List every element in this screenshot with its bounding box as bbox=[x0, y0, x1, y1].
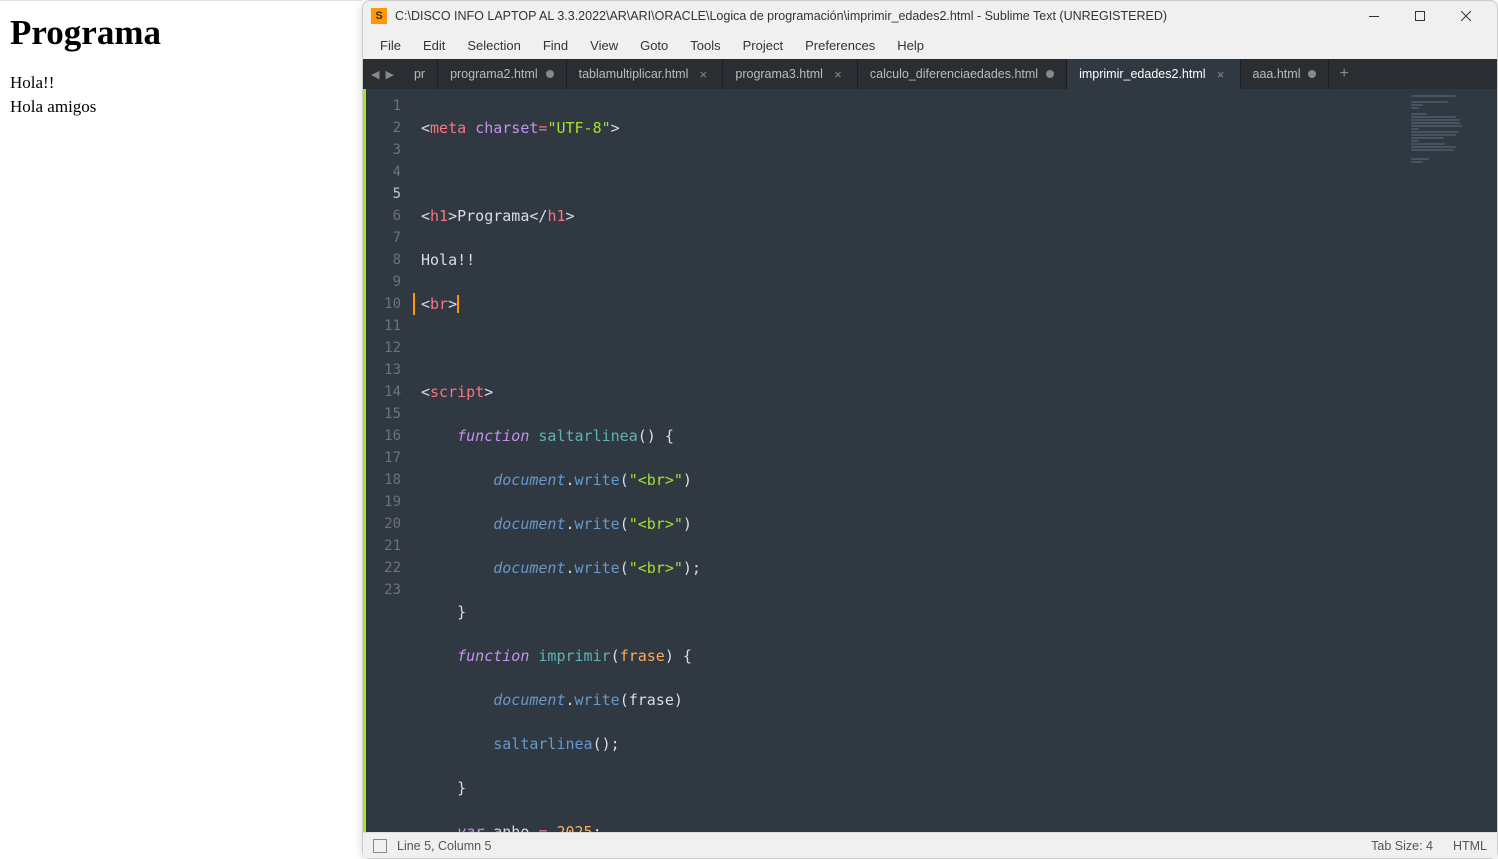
menubar: File Edit Selection Find View Goto Tools… bbox=[363, 31, 1497, 59]
status-panel-icon[interactable] bbox=[373, 839, 387, 853]
line-number: 17 bbox=[366, 447, 415, 469]
line-number: 20 bbox=[366, 513, 415, 535]
line-number: 21 bbox=[366, 535, 415, 557]
tab-dirty-icon bbox=[546, 70, 554, 78]
code-line: <meta charset="UTF-8"> bbox=[415, 117, 1407, 139]
page-content: Hola!! Hola amigos bbox=[10, 71, 352, 119]
line-number: 22 bbox=[366, 557, 415, 579]
tab-dirty-icon bbox=[1046, 70, 1054, 78]
line-number: 7 bbox=[366, 227, 415, 249]
menu-preferences[interactable]: Preferences bbox=[794, 34, 886, 57]
line-number-current: 5 bbox=[366, 183, 415, 205]
tab-programa3[interactable]: programa3.html× bbox=[723, 59, 858, 89]
menu-find[interactable]: Find bbox=[532, 34, 579, 57]
close-button[interactable] bbox=[1443, 2, 1489, 30]
tab-nav-right-icon[interactable]: ▶ bbox=[383, 66, 395, 83]
titlebar[interactable]: S C:\DISCO INFO LAPTOP AL 3.3.2022\AR\AR… bbox=[363, 1, 1497, 31]
minimize-icon bbox=[1369, 16, 1379, 17]
code-line: document.write("<br>") bbox=[415, 469, 1407, 491]
code-line bbox=[415, 337, 1407, 359]
tab-programa2[interactable]: programa2.html bbox=[438, 59, 567, 89]
tabbar: ◀ ▶ pr programa2.html tablamultiplicar.h… bbox=[363, 59, 1497, 89]
menu-tools[interactable]: Tools bbox=[679, 34, 731, 57]
code-line: saltarlinea(); bbox=[415, 733, 1407, 755]
tab-nav: ◀ ▶ bbox=[363, 59, 402, 89]
code-editor[interactable]: <meta charset="UTF-8"> <h1>Programa</h1>… bbox=[415, 89, 1407, 832]
code-line: function imprimir(frase) { bbox=[415, 645, 1407, 667]
line-number: 18 bbox=[366, 469, 415, 491]
tab-close-icon[interactable]: × bbox=[696, 67, 710, 82]
code-line: function saltarlinea() { bbox=[415, 425, 1407, 447]
code-line: document.write("<br>"); bbox=[415, 557, 1407, 579]
menu-file[interactable]: File bbox=[369, 34, 412, 57]
tab-dirty-icon bbox=[1308, 70, 1316, 78]
tab-close-icon[interactable]: × bbox=[831, 67, 845, 82]
tab-calculo[interactable]: calculo_diferenciaedades.html bbox=[858, 59, 1067, 89]
tab-imprimir-edades2[interactable]: imprimir_edades2.html× bbox=[1067, 59, 1240, 89]
code-line: document.write(frase) bbox=[415, 689, 1407, 711]
tab-nav-left-icon[interactable]: ◀ bbox=[369, 66, 381, 83]
statusbar: Line 5, Column 5 Tab Size: 4 HTML bbox=[363, 832, 1497, 858]
tab-close-icon[interactable]: × bbox=[1214, 67, 1228, 82]
line-number: 6 bbox=[366, 205, 415, 227]
minimap[interactable] bbox=[1407, 89, 1497, 832]
app-icon: S bbox=[371, 8, 387, 24]
code-line: <h1>Programa</h1> bbox=[415, 205, 1407, 227]
browser-preview-pane: Programa Hola!! Hola amigos bbox=[0, 0, 362, 859]
status-tab-size[interactable]: Tab Size: 4 bbox=[1351, 839, 1453, 853]
window-controls bbox=[1351, 2, 1489, 30]
status-syntax[interactable]: HTML bbox=[1453, 839, 1487, 853]
line-number: 16 bbox=[366, 425, 415, 447]
line-number: 9 bbox=[366, 271, 415, 293]
menu-selection[interactable]: Selection bbox=[456, 34, 531, 57]
gutter[interactable]: 1 2 3 4 5 6 7 8 9 10 11 12 13 14 15 16 1… bbox=[363, 89, 415, 832]
code-line: document.write("<br>") bbox=[415, 513, 1407, 535]
menu-view[interactable]: View bbox=[579, 34, 629, 57]
editor-area: 1 2 3 4 5 6 7 8 9 10 11 12 13 14 15 16 1… bbox=[363, 89, 1497, 832]
code-line bbox=[415, 161, 1407, 183]
menu-goto[interactable]: Goto bbox=[629, 34, 679, 57]
status-position[interactable]: Line 5, Column 5 bbox=[397, 839, 1351, 853]
text-line-2: Hola amigos bbox=[10, 97, 96, 116]
line-number: 12 bbox=[366, 337, 415, 359]
menu-help[interactable]: Help bbox=[886, 34, 935, 57]
maximize-button[interactable] bbox=[1397, 2, 1443, 30]
code-line: } bbox=[415, 601, 1407, 623]
line-number: 14 bbox=[366, 381, 415, 403]
line-number: 1 bbox=[366, 95, 415, 117]
close-icon bbox=[1461, 11, 1471, 21]
text-cursor bbox=[457, 295, 459, 313]
window-title: C:\DISCO INFO LAPTOP AL 3.3.2022\AR\ARI\… bbox=[395, 9, 1351, 23]
text-line-1: Hola!! bbox=[10, 73, 54, 92]
line-number: 11 bbox=[366, 315, 415, 337]
code-line: } bbox=[415, 777, 1407, 799]
tab-truncated[interactable]: pr bbox=[402, 59, 438, 89]
code-line: Hola!! bbox=[415, 249, 1407, 271]
page-heading: Programa bbox=[10, 13, 352, 53]
line-number: 19 bbox=[366, 491, 415, 513]
new-tab-button[interactable]: + bbox=[1329, 59, 1358, 89]
line-number: 3 bbox=[366, 139, 415, 161]
line-number: 13 bbox=[366, 359, 415, 381]
minimize-button[interactable] bbox=[1351, 2, 1397, 30]
line-number: 8 bbox=[366, 249, 415, 271]
tab-aaa[interactable]: aaa.html bbox=[1241, 59, 1330, 89]
menu-edit[interactable]: Edit bbox=[412, 34, 456, 57]
line-number: 15 bbox=[366, 403, 415, 425]
code-line-current: <br> bbox=[413, 293, 1407, 315]
code-line: <script> bbox=[415, 381, 1407, 403]
sublime-text-window: S C:\DISCO INFO LAPTOP AL 3.3.2022\AR\AR… bbox=[362, 0, 1498, 859]
line-number: 4 bbox=[366, 161, 415, 183]
maximize-icon bbox=[1415, 11, 1425, 21]
menu-project[interactable]: Project bbox=[732, 34, 794, 57]
tab-tablamultiplicar[interactable]: tablamultiplicar.html× bbox=[567, 59, 724, 89]
code-line: var anho = 2025; bbox=[415, 821, 1407, 832]
line-number: 23 bbox=[366, 579, 415, 601]
line-number: 2 bbox=[366, 117, 415, 139]
line-number: 10 bbox=[366, 293, 415, 315]
